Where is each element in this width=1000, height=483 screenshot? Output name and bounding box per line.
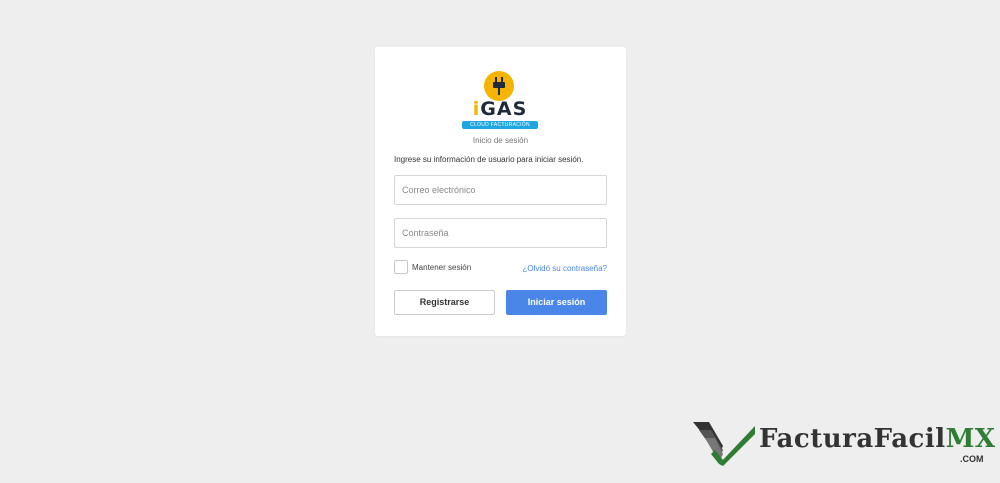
watermark-name-accent: MX [945,424,996,454]
watermark-name-main: FacturaFacil [759,424,946,454]
checkmark-logo-icon [693,422,755,466]
login-instructions: Ingrese su información de usuario para i… [394,155,584,164]
remember-checkbox[interactable] [394,260,408,274]
watermark-domain: .COM [960,454,984,464]
facturafacil-watermark: FacturaFacilMX .COM [693,420,996,466]
remember-label: Mantener sesión [412,262,472,272]
watermark-name: FacturaFacilMX [759,425,996,453]
igas-logo: iGAS CLOUD FACTURACIÓN [462,69,538,129]
remember-session[interactable]: Mantener sesión [394,260,471,274]
page-subtitle: Inicio de sesión [472,136,529,145]
login-button[interactable]: Iniciar sesión [506,290,607,315]
forgot-password-link[interactable]: ¿Olvidó su contraseña? [523,264,608,273]
logo-banner: CLOUD FACTURACIÓN [462,121,538,129]
password-field[interactable] [394,218,607,248]
register-button[interactable]: Registrarse [394,290,495,315]
logo-wordmark-rest: GAS [480,98,528,120]
logo-wordmark: iGAS [466,99,534,119]
login-card: iGAS CLOUD FACTURACIÓN Inicio de sesión … [375,47,626,336]
email-field[interactable] [394,175,607,205]
plug-icon [493,77,505,95]
